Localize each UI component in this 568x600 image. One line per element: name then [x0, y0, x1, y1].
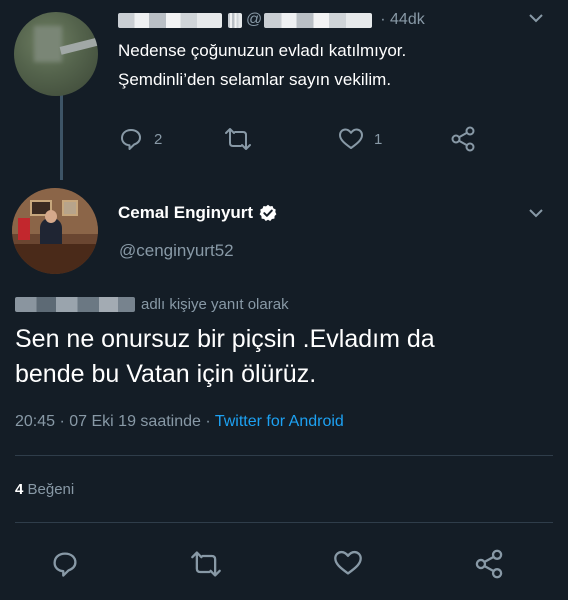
parent-tweet-time: · 44dk	[380, 11, 425, 28]
tweet-detail-view: @ · 44dk Nedense çoğunuzun evladı katılm…	[0, 0, 568, 600]
retweet-icon	[225, 128, 251, 150]
parent-tweet-line: Nedense çoğunuzun evladı katılmıyor.	[118, 41, 407, 60]
chevron-down-icon[interactable]	[526, 8, 546, 28]
author-avatar[interactable]	[12, 188, 98, 274]
heart-icon[interactable]	[333, 549, 363, 577]
parent-tweet-line: Şemdinli’den selamlar sayın vekilim.	[118, 70, 392, 89]
redacted-handle	[264, 12, 373, 28]
likes-label: Beğeni	[27, 481, 75, 498]
share-icon	[451, 126, 475, 152]
retweet-button[interactable]	[224, 122, 252, 156]
redacted-display-name	[118, 12, 222, 28]
redacted-display-name	[228, 12, 242, 28]
tweet-text: Sen ne onursuz bir piçsin .Evladım da be…	[15, 322, 555, 392]
parent-tweet-header: @ · 44dk	[118, 11, 425, 29]
thread-connector-line	[60, 93, 63, 180]
heart-icon	[339, 128, 363, 149]
tweet-text-line: bende bu Vatan için ölürüz.	[15, 360, 317, 388]
avatar-blurred-face	[34, 26, 62, 62]
retweet-icon[interactable]	[190, 549, 222, 579]
author-name-row[interactable]: Cemal Enginyurt	[118, 202, 277, 224]
author-display-name[interactable]: Cemal Enginyurt	[118, 203, 253, 223]
parent-tweet-actions: 2 1	[112, 122, 492, 156]
tweet-source-link[interactable]: Twitter for Android	[215, 413, 344, 430]
reply-button[interactable]: 2	[118, 122, 162, 156]
tweet-text-line: Sen ne onursuz bir piçsin .Evladım da	[15, 325, 435, 353]
like-button[interactable]: 1	[338, 122, 382, 156]
share-icon[interactable]	[474, 549, 504, 579]
chevron-down-icon[interactable]	[526, 203, 546, 223]
divider	[15, 522, 553, 523]
share-button[interactable]	[450, 122, 476, 156]
likes-summary[interactable]: 4 Beğeni	[15, 481, 74, 498]
parent-tweet-text: Nedense çoğunuzun evladı katılmıyor. Şem…	[118, 36, 538, 94]
reply-icon	[121, 129, 141, 150]
tweet-metadata: 20:45 · 07 Eki 19 saatinde · Twitter for…	[15, 413, 344, 431]
likes-count: 4	[15, 481, 24, 498]
parent-avatar[interactable]	[14, 12, 98, 96]
verified-badge-icon	[259, 204, 277, 221]
like-count: 1	[374, 130, 383, 148]
redacted-reply-handle[interactable]	[15, 296, 135, 312]
tweet-action-bar	[0, 545, 568, 585]
reply-context: adlı kişiye yanıt olarak	[15, 294, 289, 314]
reply-context-label: adlı kişiye yanıt olarak	[141, 295, 289, 313]
parent-handle-prefix: @	[246, 11, 263, 28]
divider	[15, 455, 553, 456]
author-handle[interactable]: @cenginyurt52	[119, 241, 234, 261]
reply-count: 2	[154, 130, 163, 148]
avatar-background-detail	[59, 37, 98, 55]
reply-icon[interactable]	[50, 549, 80, 579]
tweet-timestamp[interactable]: 20:45 · 07 Eki 19 saatinde ·	[15, 413, 211, 430]
